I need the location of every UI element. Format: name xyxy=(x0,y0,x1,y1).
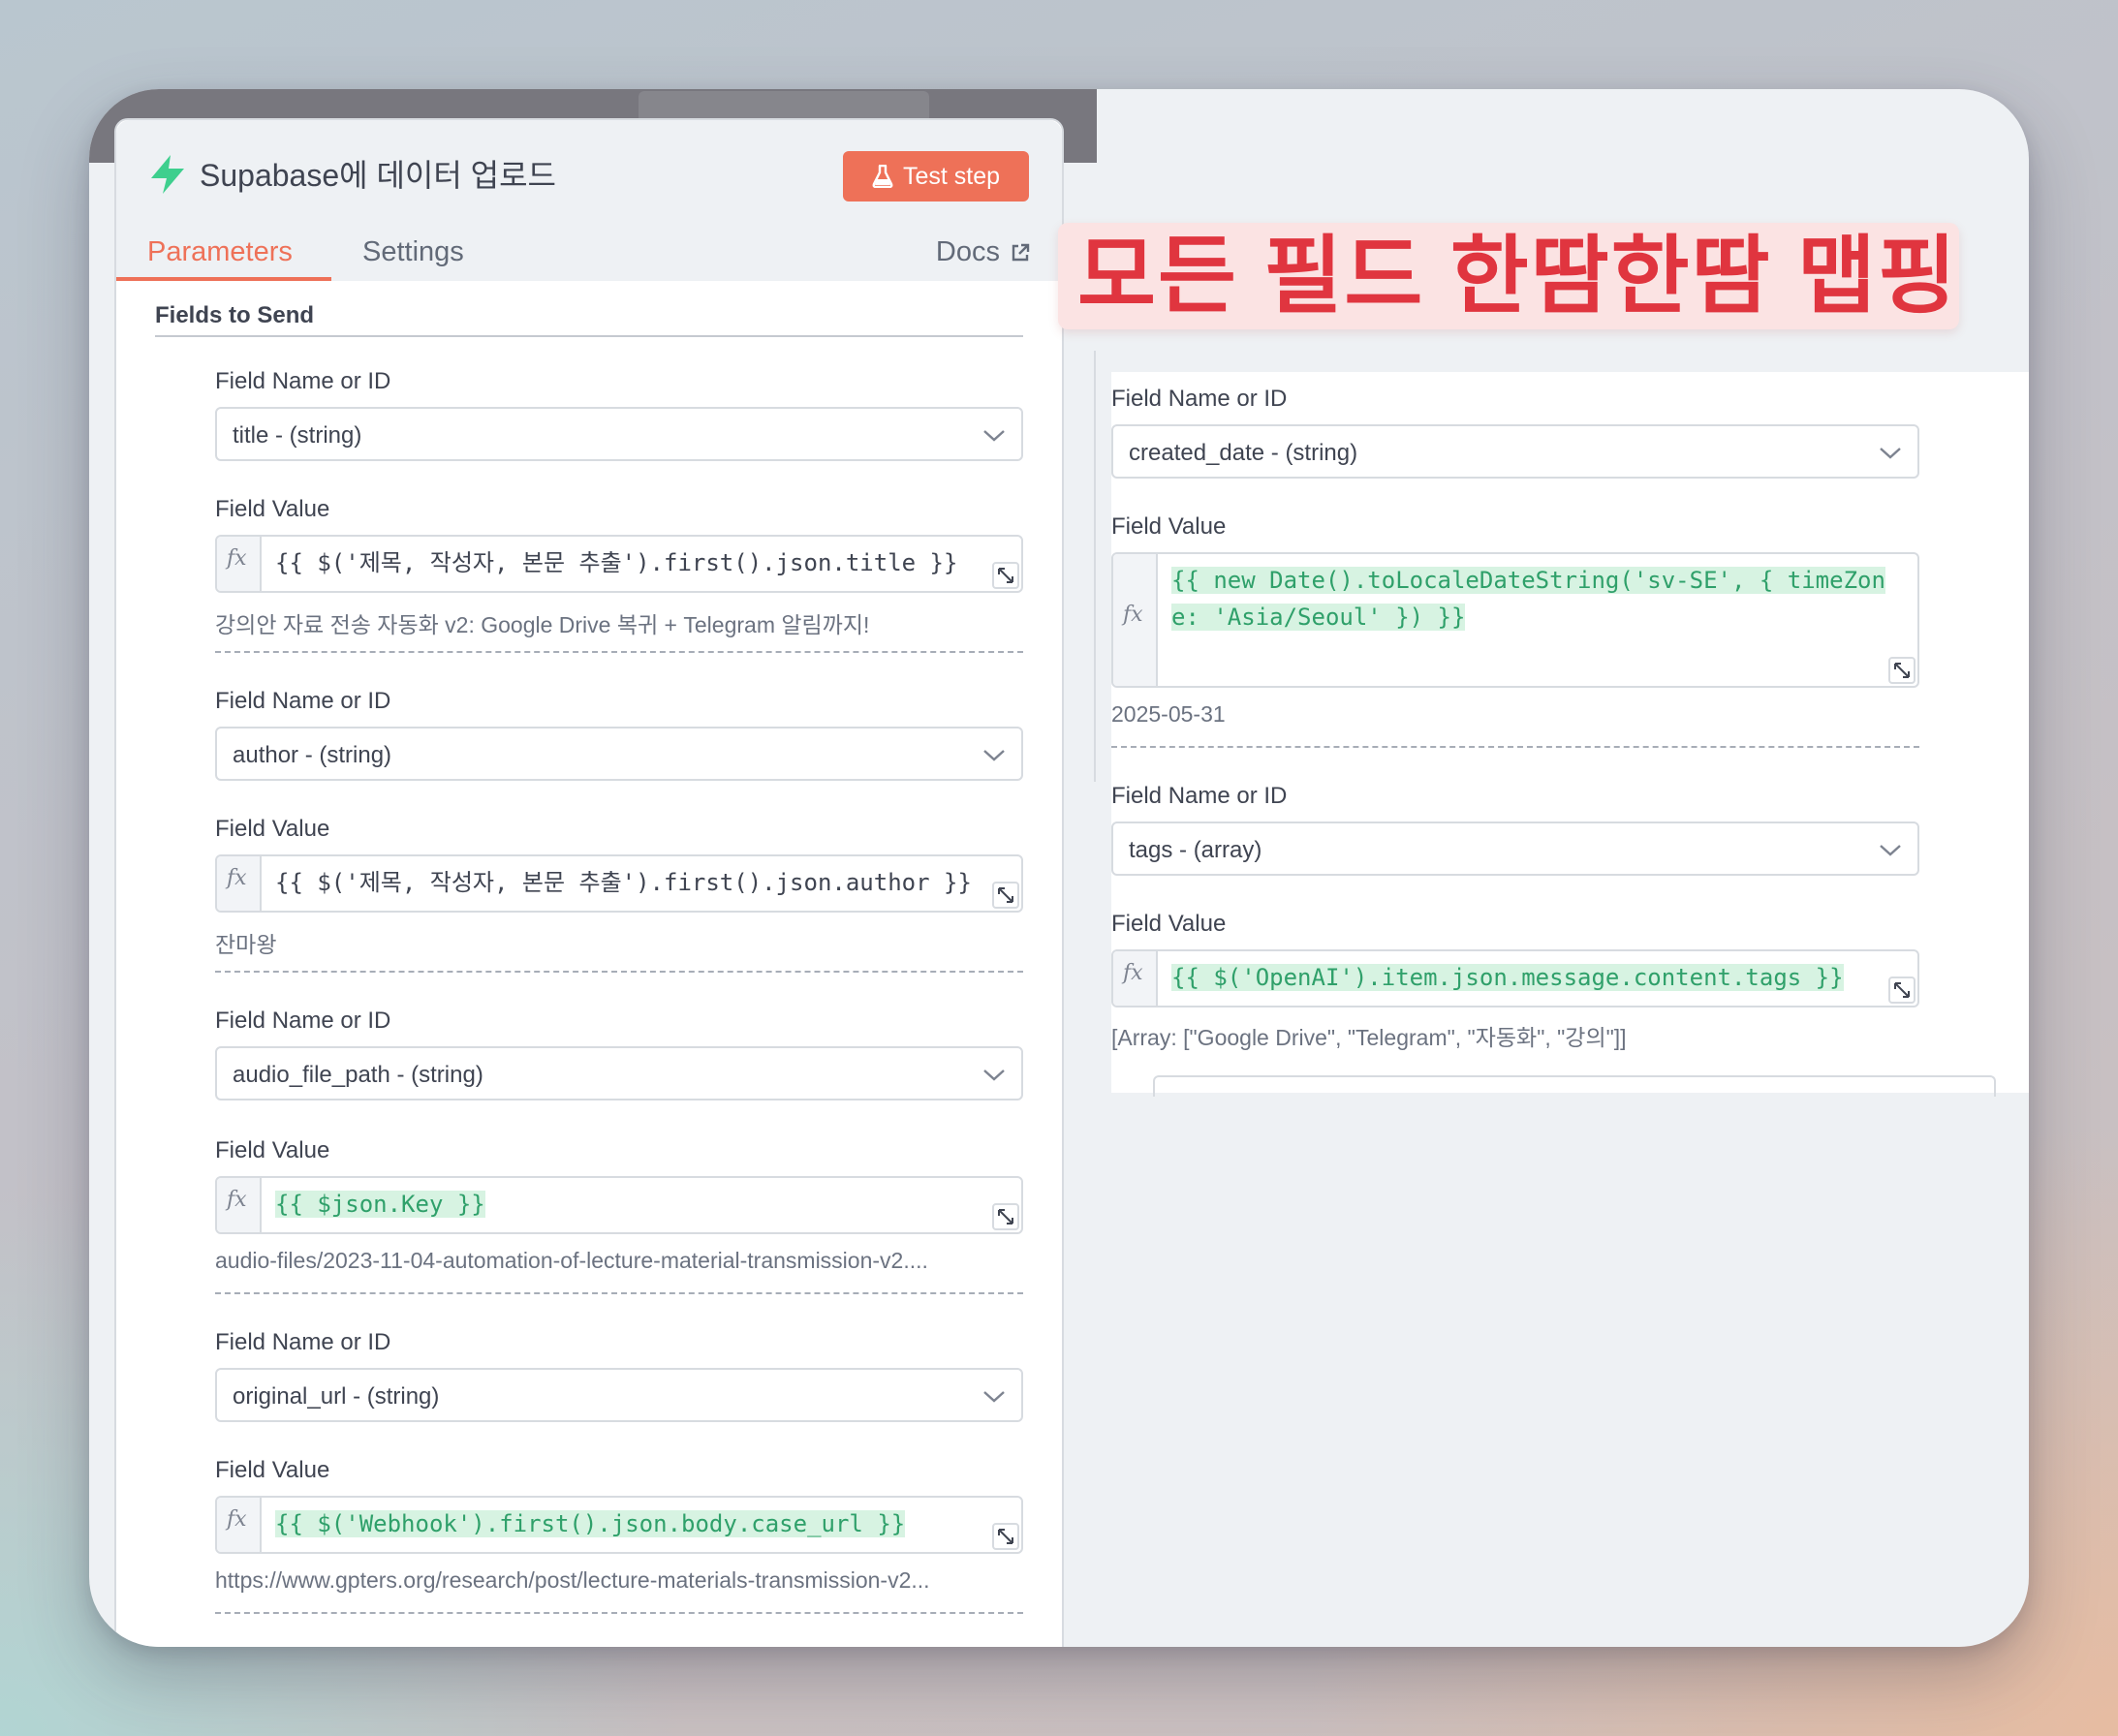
docs-label: Docs xyxy=(935,236,1000,267)
expression-value: {{ $('Webhook').first().json.body.case_u… xyxy=(275,1510,906,1537)
field-name-select[interactable]: audio_file_path - (string) xyxy=(215,1046,1023,1100)
field-name-value: audio_file_path - (string) xyxy=(233,1062,483,1088)
field-value-expression[interactable]: fx {{ $('제목, 작성자, 본문 추출').first().json.a… xyxy=(215,854,1023,913)
field-value-preview: [Array: ["Google Drive", "Telegram", "자동… xyxy=(1111,1025,1627,1050)
field-value-label: Field Value xyxy=(1111,911,1227,937)
field-value-label: Field Value xyxy=(215,1457,330,1483)
field-value-expression[interactable]: fx {{ $('제목, 작성자, 본문 추출').first().json.t… xyxy=(215,535,1023,593)
fields-to-send-title: Fields to Send xyxy=(155,302,315,328)
expression-value: {{ $('OpenAI').item.json.message.content… xyxy=(1171,964,1844,991)
field-separator xyxy=(215,1292,1023,1294)
field-name-value: tags - (array) xyxy=(1129,837,1262,863)
fx-icon: fx xyxy=(1123,961,1143,985)
field-value-expression[interactable]: fx {{ new Date().toLocaleDateString('sv-… xyxy=(1111,552,1919,688)
expression-text: {{ $('제목, 작성자, 본문 추출').first().json.titl… xyxy=(275,549,958,576)
chevron-down-icon xyxy=(983,430,1005,442)
chevron-down-icon xyxy=(1880,845,1901,856)
field-value-expression[interactable]: fx {{ $json.Key }} xyxy=(215,1176,1023,1234)
field-name-select[interactable]: title - (string) xyxy=(215,407,1023,461)
field-name-select[interactable]: created_date - (string) xyxy=(1111,424,1919,479)
field-name-select[interactable]: tags - (array) xyxy=(1111,822,1919,876)
field-name-value: author - (string) xyxy=(233,742,392,768)
chevron-down-icon xyxy=(983,1070,1005,1081)
expand-icon[interactable] xyxy=(992,882,1019,909)
field-value-label: Field Value xyxy=(1111,513,1227,540)
field-value-expression[interactable]: fx {{ $('Webhook').first().json.body.cas… xyxy=(215,1496,1023,1554)
field-name-label: Field Name or ID xyxy=(215,688,391,714)
field-value-expression[interactable]: fx {{ $('OpenAI').item.json.message.cont… xyxy=(1111,949,1919,1008)
field-name-label: Field Name or ID xyxy=(1111,386,1288,412)
annotation-banner: 모든 필드 한땀한땀 맵핑 xyxy=(1058,223,1959,329)
fx-icon: fx xyxy=(227,866,247,890)
active-tab-indicator xyxy=(116,277,331,281)
expression-text: {{ $json.Key }} xyxy=(275,1186,485,1223)
field-name-label: Field Name or ID xyxy=(215,1008,391,1034)
field-separator xyxy=(215,1612,1023,1614)
node-parameters-panel-continued: Field Name or ID created_date - (string)… xyxy=(1111,372,2029,1093)
expression-text: {{ $('OpenAI').item.json.message.content… xyxy=(1171,959,1844,996)
node-parameters-panel: Supabase에 데이터 업로드 Test step Parameters S… xyxy=(114,118,1064,1647)
expand-icon[interactable] xyxy=(992,1203,1019,1230)
docs-link[interactable]: Docs xyxy=(936,236,1031,268)
expression-value: {{ $json.Key }} xyxy=(275,1191,485,1218)
expand-icon[interactable] xyxy=(992,1523,1019,1550)
field-separator xyxy=(1111,746,1919,748)
field-value-preview: 2025-05-31 xyxy=(1111,701,1226,727)
expand-icon[interactable] xyxy=(1888,976,1916,1004)
tab-settings[interactable]: Settings xyxy=(362,236,464,268)
fx-cell: fx xyxy=(1113,951,1158,1006)
field-value-preview: 강의안 자료 전송 자동화 v2: Google Drive 복귀 + Tele… xyxy=(215,612,870,637)
fx-cell: fx xyxy=(217,1178,262,1232)
field-separator xyxy=(215,971,1023,973)
field-value-label: Field Value xyxy=(215,1137,330,1163)
tab-parameters[interactable]: Parameters xyxy=(147,236,293,268)
expression-value: {{ new Date().toLocaleDateString('sv-SE'… xyxy=(1171,567,1885,631)
field-value-preview: https://www.gpters.org/research/post/lec… xyxy=(215,1567,930,1593)
next-field-edge xyxy=(1153,1075,1996,1097)
fx-cell: fx xyxy=(1113,554,1158,686)
field-value-preview: audio-files/2023-11-04-automation-of-lec… xyxy=(215,1248,928,1273)
test-step-label: Test step xyxy=(902,162,1001,190)
panel-divider xyxy=(1094,351,1096,782)
panel-header: Supabase에 데이터 업로드 Test step Parameters S… xyxy=(116,120,1062,281)
fx-icon: fx xyxy=(1123,603,1143,627)
chevron-down-icon xyxy=(1880,448,1901,459)
fx-cell: fx xyxy=(217,856,262,911)
field-separator xyxy=(215,651,1023,653)
expand-icon[interactable] xyxy=(992,562,1019,589)
expand-icon[interactable] xyxy=(1888,657,1916,684)
field-value-label: Field Value xyxy=(215,816,330,842)
external-link-icon xyxy=(1012,243,1030,261)
fx-cell: fx xyxy=(217,1498,262,1552)
expression-text: {{ new Date().toLocaleDateString('sv-SE'… xyxy=(1171,562,1908,636)
field-value-preview: 잔마왕 xyxy=(215,932,277,957)
field-value-label: Field Value xyxy=(215,496,330,522)
fx-icon: fx xyxy=(227,546,247,571)
app-window: Supabase에 데이터 업로드 Test step Parameters S… xyxy=(89,89,2029,1647)
fx-icon: fx xyxy=(227,1507,247,1532)
fx-icon: fx xyxy=(227,1188,247,1212)
chevron-down-icon xyxy=(983,750,1005,761)
field-name-label: Field Name or ID xyxy=(215,368,391,394)
supabase-bolt-icon xyxy=(151,155,184,194)
field-name-value: title - (string) xyxy=(233,422,362,449)
section-divider xyxy=(155,335,1023,337)
test-step-button[interactable]: Test step xyxy=(843,151,1029,202)
node-title: Supabase에 데이터 업로드 xyxy=(200,158,556,193)
fx-cell: fx xyxy=(217,537,262,591)
annotation-banner-text: 모든 필드 한땀한땀 맵핑 xyxy=(1077,228,1958,324)
field-name-select[interactable]: author - (string) xyxy=(215,727,1023,781)
field-name-value: original_url - (string) xyxy=(233,1383,440,1410)
field-name-label: Field Name or ID xyxy=(215,1329,391,1355)
expression-text: {{ $('제목, 작성자, 본문 추출').first().json.auth… xyxy=(275,869,972,896)
field-name-label: Field Name or ID xyxy=(1111,783,1288,809)
field-name-select[interactable]: original_url - (string) xyxy=(215,1368,1023,1422)
chevron-down-icon xyxy=(983,1391,1005,1403)
field-name-value: created_date - (string) xyxy=(1129,440,1358,466)
flask-icon xyxy=(872,165,893,188)
expression-text: {{ $('Webhook').first().json.body.case_u… xyxy=(275,1505,906,1542)
